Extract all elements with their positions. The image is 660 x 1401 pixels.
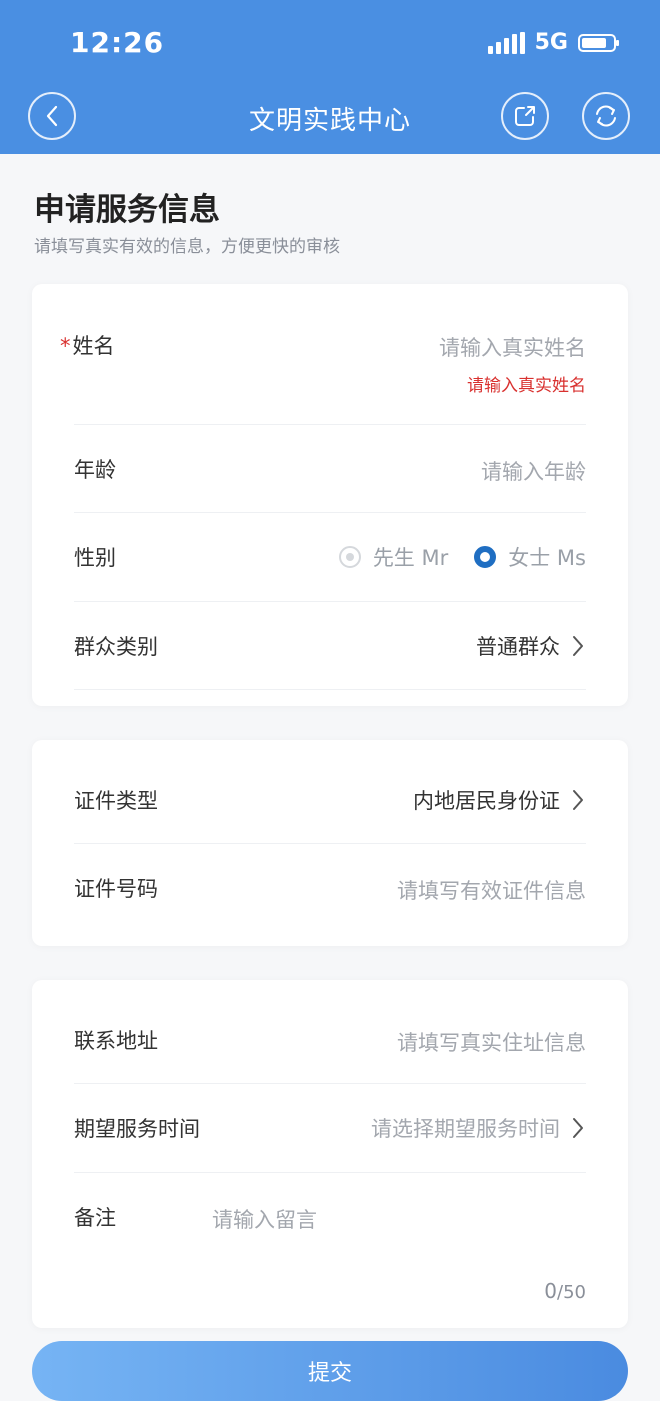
service-info-card: 联系地址 请填写真实住址信息 期望服务时间 请选择期望服务时间 备注 请输入留言… [32,980,628,1328]
gender-option-mr-label: 先生 Mr [372,546,449,570]
signal-icon [487,31,525,54]
id-type-value: 内地居民身份证 [413,789,560,813]
submit-button[interactable]: 提交 [32,1341,628,1401]
remark-label: 备注 [74,1206,116,1230]
service-time-label: 期望服务时间 [74,1117,200,1141]
gender-label: 性别 [74,546,116,570]
gender-radio-group: 先生 Mr 女士 Ms [338,542,586,572]
page-title: 申请服务信息 [34,192,220,228]
app-header: 12:26 5G 文明实践中心 [0,0,660,154]
group-label: 群众类别 [74,635,158,659]
gender-row: 性别 先生 Mr 女士 Ms [74,512,586,602]
remark-row: 备注 请输入留言 [74,1172,586,1322]
address-label: 联系地址 [74,1029,158,1053]
id-type-select[interactable]: 内地居民身份证 [413,785,586,815]
chevron-right-icon [573,790,583,810]
nav-title: 文明实践中心 [248,106,411,136]
group-select[interactable]: 普通群众 [476,631,586,661]
name-label: *姓名 [60,330,115,360]
name-row[interactable]: *姓名 请输入真实姓名 请输入真实姓名 [60,284,586,425]
service-time-select[interactable]: 请选择期望服务时间 [371,1113,586,1143]
share-icon [515,106,535,126]
name-input[interactable]: 请输入真实姓名 [439,332,586,362]
service-time-placeholder: 请选择期望服务时间 [371,1117,560,1141]
gender-option-mr[interactable]: 先生 Mr [338,542,449,572]
status-time: 12:26 [70,26,165,59]
id-number-row[interactable]: 证件号码 请填写有效证件信息 [74,843,586,931]
page-subtitle: 请填写真实有效的信息，方便更快的审核 [34,237,340,257]
id-info-card: 证件类型 内地居民身份证 证件号码 请填写有效证件信息 [32,740,628,946]
battery-icon [578,33,619,52]
refresh-button[interactable] [582,92,630,140]
address-row[interactable]: 联系地址 请填写真实住址信息 [74,995,586,1084]
remark-char-counter: 0/50 [544,1279,586,1303]
status-indicators: 5G [487,30,619,55]
share-button[interactable] [501,92,549,140]
network-label: 5G [534,30,568,55]
id-number-label: 证件号码 [74,877,158,901]
gender-option-ms[interactable]: 女士 Ms [474,542,586,572]
age-row[interactable]: 年龄 请输入年龄 [74,424,586,513]
remark-count: 0 [544,1279,558,1303]
remark-max: /50 [557,1282,586,1303]
remark-textarea[interactable]: 请输入留言 [212,1204,317,1234]
refresh-icon [596,105,616,127]
group-value: 普通群众 [476,635,560,659]
radio-unchecked-icon [338,546,361,568]
name-error-message: 请输入真实姓名 [467,376,586,396]
id-number-input[interactable]: 请填写有效证件信息 [397,875,586,905]
age-input[interactable]: 请输入年龄 [481,456,586,486]
personal-info-card: *姓名 请输入真实姓名 请输入真实姓名 年龄 请输入年龄 性别 先生 Mr 女士… [32,284,628,706]
group-row[interactable]: 群众类别 普通群众 [74,601,586,690]
age-label: 年龄 [74,458,116,482]
id-type-row[interactable]: 证件类型 内地居民身份证 [74,755,586,844]
name-label-text: 姓名 [72,334,115,358]
service-time-row[interactable]: 期望服务时间 请选择期望服务时间 [74,1083,586,1173]
chevron-right-icon [573,636,583,656]
required-mark: * [60,334,71,358]
chevron-right-icon [573,1118,583,1138]
radio-checked-icon [474,546,497,568]
gender-option-ms-label: 女士 Ms [508,546,586,570]
address-input[interactable]: 请填写真实住址信息 [397,1027,586,1057]
id-type-label: 证件类型 [74,789,158,813]
